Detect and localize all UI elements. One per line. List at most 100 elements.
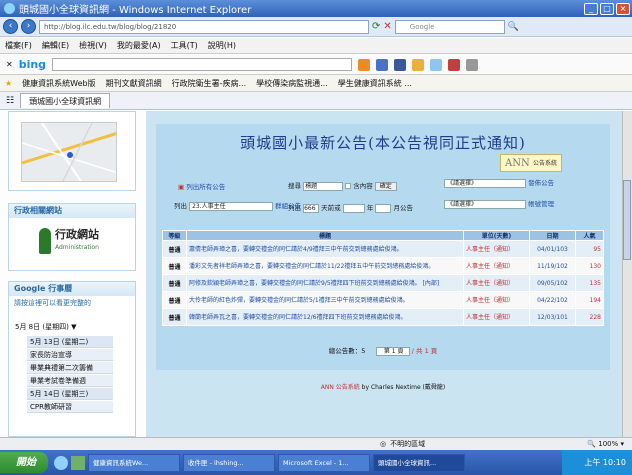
row-popularity: 135 bbox=[575, 274, 604, 292]
calendar-event[interactable]: 家長防治宣導 bbox=[27, 349, 113, 361]
dropdown-arrow-icon: ▼ bbox=[71, 323, 77, 331]
fav-item-3[interactable]: 行政院衛生署-疾病... bbox=[167, 78, 252, 89]
ann-system-button[interactable]: ANN 公告系統 bbox=[500, 154, 562, 172]
calendar-event[interactable]: 畢業典禮第二次籌備 bbox=[27, 362, 113, 374]
quicklaunch-desktop-icon[interactable] bbox=[71, 455, 85, 470]
row-title-link[interactable]: 大伶老師的紅色炸彈，要轉交禮金的同仁請於5/1禮拜三中午前交到總務處給俊鴻。 bbox=[186, 291, 464, 309]
post-announcement-link[interactable]: 發佈公告 bbox=[528, 179, 554, 187]
taskbar-item[interactable]: 頭城國小全球資訊... bbox=[373, 453, 465, 472]
back-icon[interactable]: ‹ bbox=[3, 19, 18, 34]
stop-icon[interactable]: ✕ bbox=[383, 21, 391, 32]
row-title-link[interactable]: 阿修及欽穎老師弄璋之喜，要轉交禮金的同仁請於9/5禮拜四下班前交到總務處給俊鴻。… bbox=[186, 274, 464, 292]
row-title-link[interactable]: 韓蘭老師弄瓦之喜，要轉交禮金的同仁請於12/6禮拜四下班前交到總務處給俊鴻。 bbox=[186, 308, 464, 326]
menu-tools[interactable]: 工具(T) bbox=[166, 40, 203, 51]
window-titlebar: 頭城國小全球資訊網 - Windows Internet Explorer _ … bbox=[0, 0, 632, 17]
taskbar-item[interactable]: Microsoft Excel - 1... bbox=[278, 453, 370, 472]
fav-item-2[interactable]: 期刊文獻資訊網 bbox=[101, 78, 167, 89]
year-input[interactable] bbox=[342, 203, 365, 213]
admin-panel: 行政相關網站 行政網站 Administration bbox=[8, 203, 136, 271]
menu-bar: 檔案(F) 編輯(E) 檢視(V) 我的最愛(A) 工具(T) 說明(H) bbox=[0, 38, 632, 54]
account-management-link[interactable]: 帳號管理 bbox=[528, 200, 554, 208]
header-title[interactable]: 標題 bbox=[186, 230, 464, 241]
menu-file[interactable]: 檔案(F) bbox=[0, 40, 37, 51]
security-zone: 不明的區域 bbox=[390, 440, 426, 448]
clock[interactable]: 上午 10:10 bbox=[584, 458, 626, 467]
row-unit: 人事主任（通知） bbox=[463, 274, 530, 292]
account-select[interactable]: 《請選擇》 bbox=[444, 199, 526, 209]
search-label: 搜尋 bbox=[288, 182, 301, 190]
bing-close-icon[interactable]: ✕ bbox=[6, 60, 13, 69]
row-popularity: 228 bbox=[575, 308, 604, 326]
calendar-link[interactable]: 請按這裡可以看更完整的 bbox=[9, 296, 135, 310]
fav-item-5[interactable]: 學生健康資訊系統 ... bbox=[333, 78, 417, 89]
zoom-control[interactable]: 🔍 100% ▾ bbox=[587, 440, 624, 448]
ann-logo: ANN bbox=[505, 158, 530, 169]
header-unit[interactable]: 單位(天數) bbox=[463, 230, 530, 241]
news-icon[interactable] bbox=[448, 58, 461, 71]
minimize-button[interactable]: _ bbox=[584, 2, 598, 15]
taskbar-item[interactable]: 收件匣 - ihshing... bbox=[183, 453, 275, 472]
scrollbar-thumb[interactable] bbox=[623, 180, 631, 260]
settings-icon[interactable] bbox=[466, 58, 479, 71]
row-title-link[interactable]: 蕭倩老師弄璋之喜，要轉交禮金的同仁請於4/9禮拜三中午前交到總務處給俊鴻。 bbox=[186, 240, 464, 258]
admin-site-logo[interactable]: 行政網站 Administration bbox=[39, 224, 109, 260]
header-level[interactable]: 等級 bbox=[162, 230, 187, 241]
unit-select[interactable]: 23.人事主任 bbox=[189, 201, 274, 211]
confirm-button[interactable]: 確定 bbox=[374, 181, 397, 191]
fav-item-4[interactable]: 學校傳染病監視通... bbox=[251, 78, 333, 89]
announcement-table: 等級 標題 單位(天數) 日期 人氣 普通 蕭倩老師弄璋之喜，要轉交禮金的同仁請… bbox=[162, 230, 604, 326]
post-select[interactable]: 《請選擇》 bbox=[444, 178, 526, 188]
start-button[interactable]: 開始 bbox=[0, 452, 48, 473]
page-select[interactable]: 第 1 頁 bbox=[375, 346, 410, 356]
fav-item-1[interactable]: 健康資訊系統Web版 bbox=[17, 78, 100, 89]
address-bar-row: ‹ › http://blog.ilc.edu.tw/blog/blog/218… bbox=[0, 17, 632, 37]
bing-search-input[interactable] bbox=[52, 58, 353, 71]
taskbar-item[interactable]: 健康資訊系統We... bbox=[88, 453, 180, 472]
row-date: 04/22/102 bbox=[529, 291, 576, 309]
weather-icon[interactable] bbox=[430, 58, 443, 71]
unit-filter: 列出 23.人事主任 群組公告 bbox=[174, 200, 301, 211]
calendar-event[interactable]: 畢業考試卷準備週 bbox=[27, 375, 113, 387]
bing-search-icon[interactable] bbox=[358, 58, 371, 71]
menu-edit[interactable]: 編輯(E) bbox=[37, 40, 74, 51]
account-controls: 《請選擇》 帳號管理 bbox=[444, 198, 554, 209]
footer-credit: by Charles Nextime (戴舜龍) bbox=[361, 384, 446, 391]
map-image[interactable] bbox=[21, 122, 117, 182]
days-input[interactable]: 666 bbox=[303, 203, 320, 213]
tab-current[interactable]: 頭城國小全球資訊網 bbox=[20, 93, 111, 108]
facebook-icon[interactable] bbox=[394, 58, 407, 71]
sidebar: 行政相關網站 行政網站 Administration Google 行事曆 請按… bbox=[8, 111, 136, 437]
menu-help[interactable]: 說明(H) bbox=[203, 40, 241, 51]
tab-list-icon[interactable]: ☷ bbox=[6, 96, 14, 106]
menu-favorites[interactable]: 我的最愛(A) bbox=[112, 40, 166, 51]
refresh-icon[interactable]: ⟳ bbox=[372, 21, 380, 32]
include-content-checkbox[interactable] bbox=[345, 183, 352, 189]
quicklaunch-ie-icon[interactable] bbox=[54, 455, 68, 470]
search-input[interactable]: Google bbox=[394, 19, 505, 34]
forward-icon[interactable]: › bbox=[21, 19, 36, 34]
table-row: 普通 蕭倩老師弄璋之喜，要轉交禮金的同仁請於4/9禮拜三中午前交到總務處給俊鴻。… bbox=[162, 240, 604, 258]
menu-view[interactable]: 檢視(V) bbox=[74, 40, 112, 51]
table-row: 普通 潘彩文先者祥老師弄璋之喜，要轉交禮金的同仁請於11/22禮拜五中午前交到總… bbox=[162, 257, 604, 275]
footer-brand[interactable]: ANN 公告系統 bbox=[321, 384, 360, 391]
mail-icon[interactable] bbox=[412, 58, 425, 71]
like-icon[interactable] bbox=[376, 58, 389, 71]
list-all-link[interactable]: ▣ 列出所有公告 bbox=[178, 181, 225, 191]
address-input[interactable]: http://blog.ilc.edu.tw/blog/blog/21820 bbox=[39, 19, 369, 34]
map-panel bbox=[8, 111, 136, 191]
search-icon[interactable]: 🔍 bbox=[508, 22, 519, 32]
calendar-date-select[interactable]: 5月 8日 (星期四) ▼ bbox=[9, 318, 135, 336]
close-button[interactable]: × bbox=[616, 2, 630, 15]
row-unit: 人事主任（通知） bbox=[463, 240, 530, 258]
search-field-select[interactable]: 標題 bbox=[303, 181, 344, 191]
vertical-scrollbar[interactable] bbox=[622, 111, 632, 437]
favorites-star-icon[interactable]: ★ bbox=[0, 79, 17, 88]
header-date[interactable]: 日期 bbox=[529, 230, 576, 241]
row-level: 普通 bbox=[162, 291, 187, 309]
month-input[interactable] bbox=[375, 203, 392, 213]
row-title-link[interactable]: 潘彩文先者祥老師弄璋之喜，要轉交禮金的同仁請於11/22禮拜五中午前交到總務處給… bbox=[186, 257, 464, 275]
ann-system-label: 公告系統 bbox=[532, 160, 557, 167]
calendar-event[interactable]: CPR教師研習 bbox=[27, 401, 113, 413]
header-popularity[interactable]: 人氣 bbox=[575, 230, 604, 241]
maximize-button[interactable]: □ bbox=[600, 2, 614, 15]
